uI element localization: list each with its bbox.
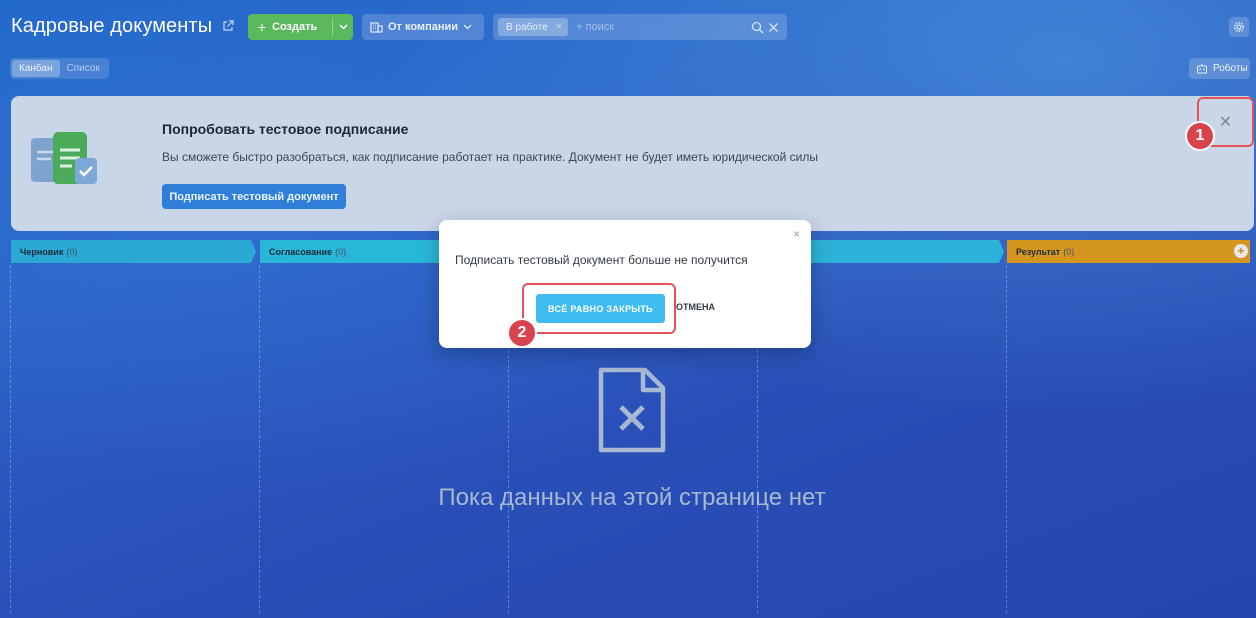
view-switch: Канбан Список	[10, 58, 109, 79]
robots-label: Роботы	[1213, 63, 1248, 74]
create-button-label: Создать	[272, 21, 318, 33]
search-input[interactable]	[576, 17, 751, 37]
column-name: Черновик	[20, 246, 64, 257]
robots-button[interactable]: Роботы	[1189, 58, 1250, 79]
create-button[interactable]: + Создать	[248, 14, 353, 40]
search-icon[interactable]	[751, 21, 764, 34]
empty-document-icon	[598, 367, 666, 453]
step-marker-1: 1	[1185, 121, 1215, 151]
column-header-result[interactable]: Результат (0)	[1007, 240, 1250, 263]
view-kanban-tab[interactable]: Канбан	[12, 60, 60, 77]
step-marker-2: 2	[507, 318, 537, 348]
cancel-button[interactable]: ОТМЕНА	[676, 302, 715, 312]
dialog-message: Подписать тестовый документ больше не по…	[455, 253, 748, 267]
robot-icon	[1196, 64, 1208, 74]
external-link-icon[interactable]	[222, 20, 234, 32]
filter-chip-label: В работе	[506, 21, 548, 33]
highlight-ring	[522, 283, 676, 334]
banner-title: Попробовать тестовое подписание	[162, 121, 409, 137]
column-name: Согласование	[269, 246, 333, 257]
column-divider	[259, 265, 260, 613]
filter-chip[interactable]: В работе ×	[498, 18, 569, 36]
search-filter-box[interactable]: В работе ×	[493, 14, 787, 40]
documents-illustration-icon	[31, 132, 97, 184]
dialog-close-icon[interactable]: ×	[793, 227, 800, 241]
company-filter-label: От компании	[388, 21, 459, 33]
sign-test-document-button[interactable]: Подписать тестовый документ	[162, 184, 346, 209]
page-title: Кадровые документы	[11, 15, 213, 37]
column-divider	[1006, 265, 1007, 613]
column-count: (0)	[1063, 246, 1075, 257]
settings-button[interactable]	[1229, 17, 1249, 37]
column-name: Результат	[1016, 246, 1061, 257]
gear-icon	[1233, 21, 1245, 33]
column-header-draft[interactable]: Черновик (0)	[11, 240, 256, 263]
column-divider	[10, 265, 11, 613]
close-icon: ✕	[1218, 114, 1233, 131]
clear-search-icon[interactable]	[768, 22, 779, 33]
company-filter-button[interactable]: От компании	[362, 14, 484, 40]
view-list-tab[interactable]: Список	[60, 60, 107, 77]
chevron-down-icon	[463, 24, 472, 30]
empty-state-text: Пока данных на этой странице нет	[438, 484, 826, 511]
column-count: (0)	[335, 246, 347, 257]
plus-icon: +	[257, 19, 267, 35]
building-icon	[370, 22, 383, 33]
chip-remove-icon[interactable]: ×	[556, 21, 562, 33]
test-signing-banner: Попробовать тестовое подписание Вы сможе…	[11, 96, 1254, 231]
add-column-icon[interactable]: +	[1234, 244, 1248, 258]
column-count: (0)	[66, 246, 78, 257]
chevron-down-icon[interactable]	[333, 24, 353, 30]
banner-description: Вы сможете быстро разобраться, как подпи…	[162, 150, 818, 164]
